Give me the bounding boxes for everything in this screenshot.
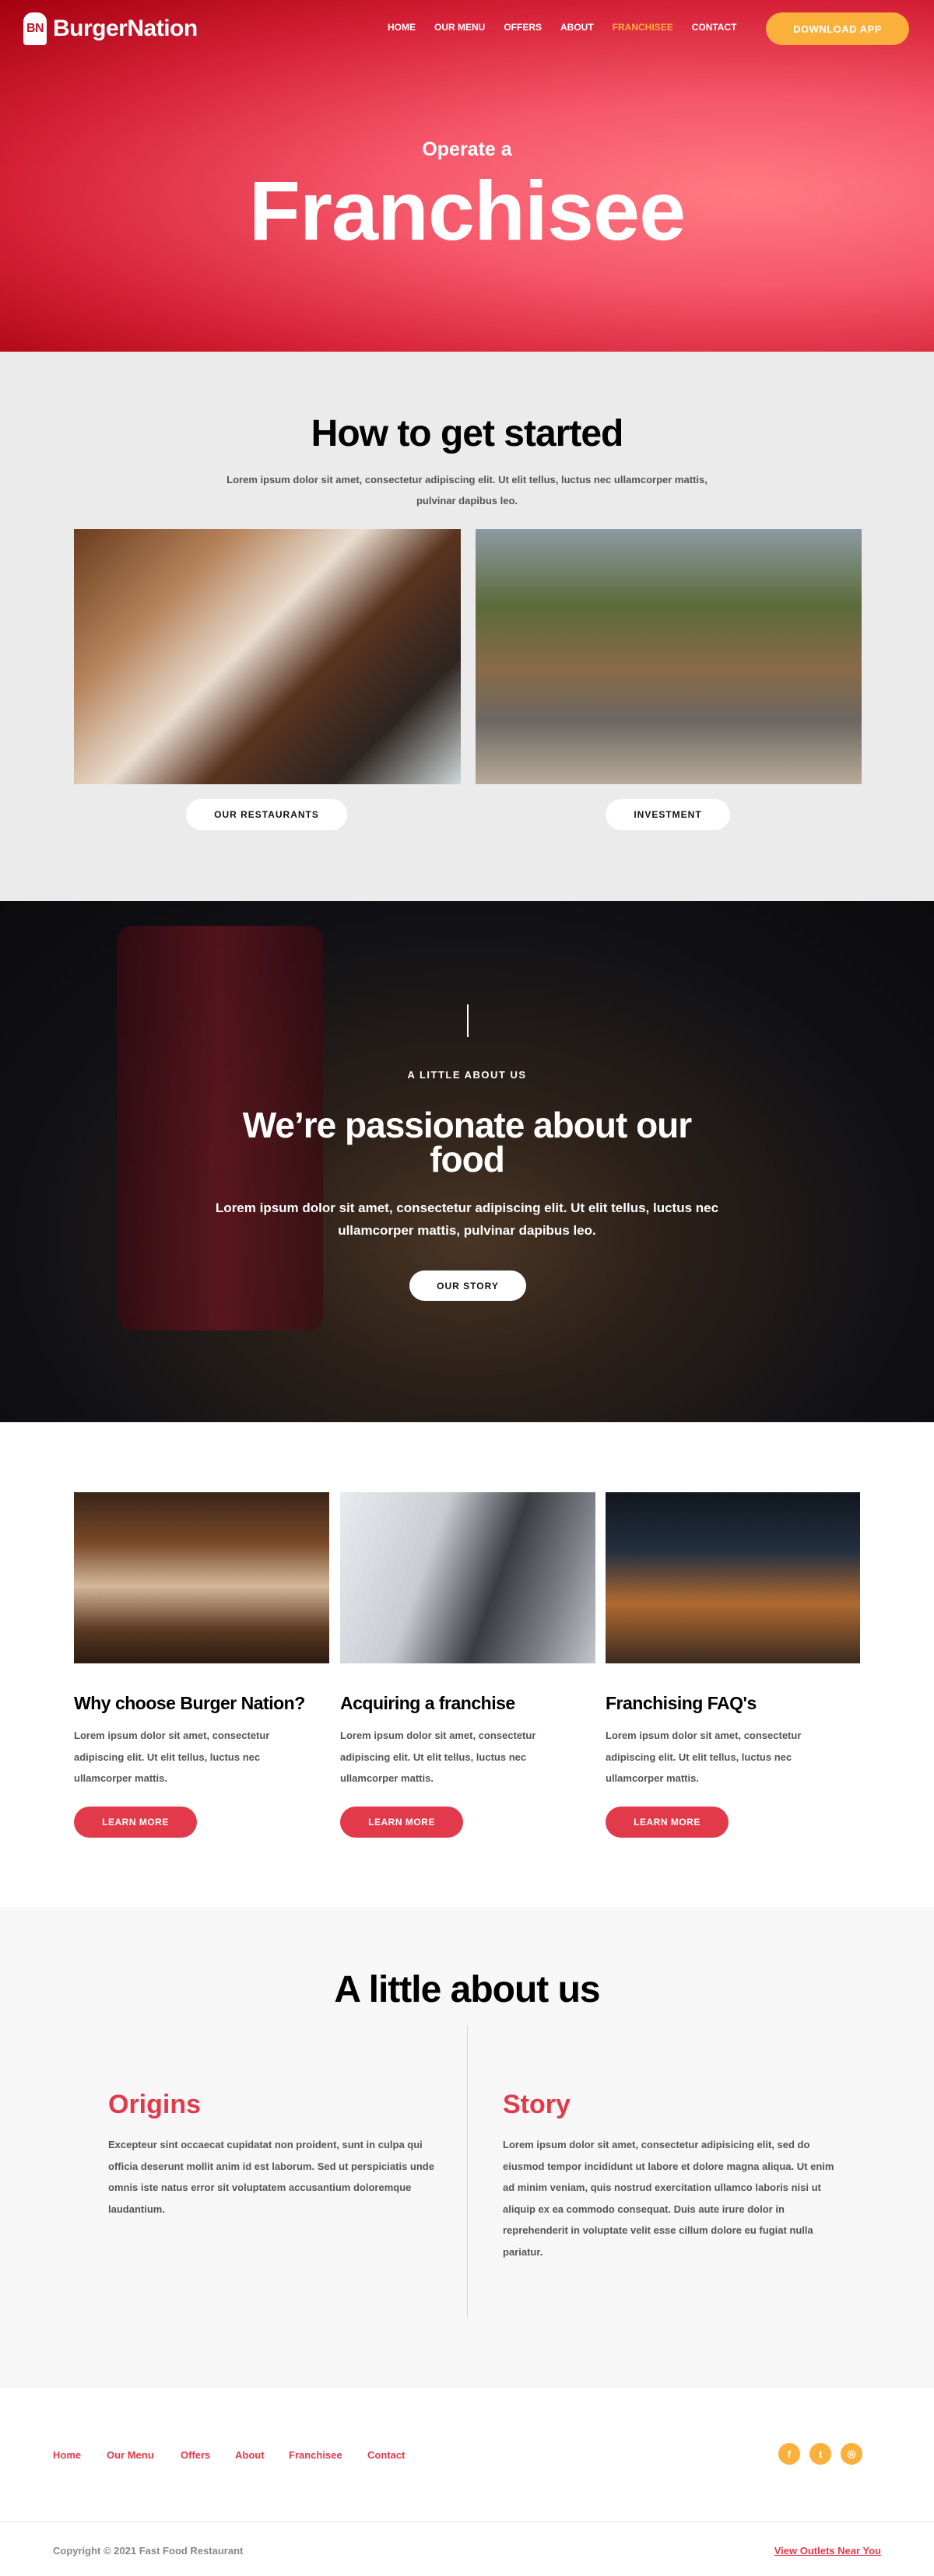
footer-link-about[interactable]: About [235,2449,265,2461]
restaurant-image [74,529,461,784]
nav-franchisee[interactable]: FRANCHISEE [613,22,673,33]
column-divider [467,2025,468,2318]
twitter-icon[interactable]: t [809,2443,831,2465]
card-text: Lorem ipsum dolor sit amet, consectetur … [74,1730,270,1784]
investment-image [476,529,862,784]
our-story-button[interactable]: OUR STORY [409,1270,526,1301]
nav-about[interactable]: ABOUT [560,22,594,33]
card-title: Why choose Burger Nation? [74,1693,305,1713]
restaurant-interior-image [606,1492,860,1663]
origins-title: Origins [108,2090,202,2119]
story-title: Story [503,2090,571,2119]
card-title: Acquiring a franchise [340,1693,515,1713]
bakery-display-image [74,1492,329,1663]
instagram-icon[interactable]: ◎ [841,2443,862,2465]
story-text: Lorem ipsum dolor sit amet, consectetur … [503,2139,834,2258]
footer-link-offers[interactable]: Offers [181,2449,210,2461]
little-about-title: A little about us [334,1969,600,2010]
download-app-button[interactable]: DOWNLOAD APP [766,12,909,45]
hero-subtitle: Operate a [422,138,512,160]
footer-link-our-menu[interactable]: Our Menu [107,2449,154,2461]
card-title: Franchising FAQ's [606,1693,757,1713]
about-banner-title: We’re passionate about our food [242,1105,692,1179]
social-links: f t ◎ [778,2443,862,2465]
investment-button[interactable]: INVESTMENT [606,799,730,830]
nav-home[interactable]: HOME [388,22,416,33]
logo[interactable]: BN BurgerNation [23,12,198,45]
hero-title: Franchisee [248,163,686,258]
get-started-text: Lorem ipsum dolor sit amet, consectetur … [226,474,708,506]
view-outlets-link[interactable]: View Outlets Near You [774,2545,881,2557]
learn-more-button[interactable]: LEARN MORE [340,1807,463,1838]
about-eyebrow: A LITTLE ABOUT US [407,1069,527,1081]
our-restaurants-button[interactable]: OUR RESTAURANTS [186,799,347,830]
card-text: Lorem ipsum dolor sit amet, consectetur … [606,1730,802,1784]
nav-our-menu[interactable]: OUR MENU [434,22,485,33]
footer-link-contact[interactable]: Contact [367,2449,405,2461]
logo-mark: BN [23,12,47,45]
learn-more-button[interactable]: LEARN MORE [74,1807,197,1838]
footer-link-franchisee[interactable]: Franchisee [289,2449,342,2461]
copyright: Copyright © 2021 Fast Food Restaurant [53,2545,244,2557]
get-started-title: How to get started [311,413,624,454]
footer-link-home[interactable]: Home [53,2449,81,2461]
card-text: Lorem ipsum dolor sit amet, consectetur … [340,1730,536,1784]
nav-contact[interactable]: CONTACT [692,22,737,33]
facebook-icon[interactable]: f [778,2443,800,2465]
logo-text: BurgerNation [53,16,198,41]
main-nav: HOME OUR MENU OFFERS ABOUT FRANCHISEE CO… [388,22,736,33]
nav-offers[interactable]: OFFERS [504,22,542,33]
origins-text: Excepteur sint occaecat cupidatat non pr… [108,2139,434,2215]
divider-line [467,1004,469,1037]
about-banner-text: Lorem ipsum dolor sit amet, consectetur … [215,1200,719,1238]
handshake-image [340,1492,595,1663]
learn-more-button[interactable]: LEARN MORE [606,1807,729,1838]
